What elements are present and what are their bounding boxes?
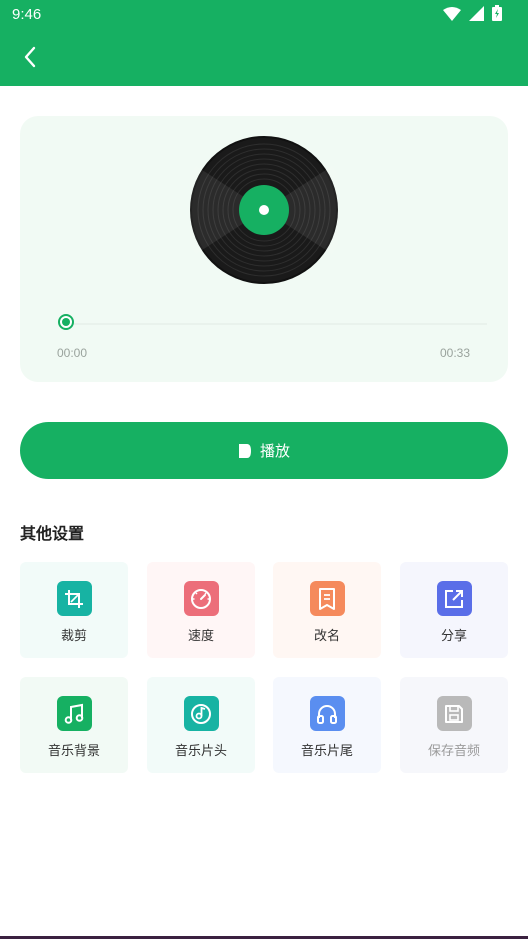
tile-music-outro[interactable]: 音乐片尾 bbox=[273, 677, 381, 773]
speedometer-icon bbox=[183, 581, 219, 616]
status-time: 9:46 bbox=[12, 6, 42, 23]
tile-share[interactable]: 分享 bbox=[400, 562, 508, 658]
chevron-left-icon bbox=[23, 46, 37, 72]
battery-icon bbox=[492, 5, 502, 25]
tile-label: 裁剪 bbox=[60, 629, 87, 644]
app-bar bbox=[0, 32, 528, 86]
back-button[interactable] bbox=[14, 44, 46, 74]
section-title: 其他设置 bbox=[20, 524, 85, 543]
share-icon bbox=[436, 581, 472, 616]
progress-track[interactable] bbox=[67, 323, 487, 325]
play-icon bbox=[238, 443, 252, 459]
tile-label: 音乐背景 bbox=[47, 744, 100, 759]
current-time: 00:00 bbox=[57, 346, 88, 360]
tile-label: 速度 bbox=[187, 629, 214, 644]
progress-thumb[interactable] bbox=[58, 314, 74, 330]
tile-save-audio[interactable]: 保存音频 bbox=[400, 677, 508, 773]
tile-label: 改名 bbox=[313, 629, 340, 644]
cellular-signal-icon bbox=[469, 5, 484, 25]
vinyl-record-icon bbox=[181, 136, 347, 284]
tile-speed[interactable]: 速度 bbox=[147, 562, 255, 658]
status-bar: 9:46 bbox=[0, 0, 528, 32]
tile-music-intro[interactable]: 音乐片头 bbox=[147, 677, 255, 773]
headphones-icon bbox=[309, 696, 345, 731]
total-time: 00:33 bbox=[439, 346, 470, 360]
status-icons bbox=[443, 5, 502, 25]
tile-rename[interactable]: 改名 bbox=[273, 562, 381, 658]
crop-icon bbox=[56, 581, 92, 616]
tile-label: 音乐片头 bbox=[174, 744, 227, 759]
tile-label: 分享 bbox=[440, 629, 467, 644]
save-icon bbox=[436, 696, 472, 731]
music-disc-icon bbox=[183, 696, 219, 731]
play-button-label: 播放 bbox=[259, 442, 290, 460]
tile-crop[interactable]: 裁剪 bbox=[20, 562, 128, 658]
tile-music-background[interactable]: 音乐背景 bbox=[20, 677, 128, 773]
player-card: 00:00 00:33 bbox=[20, 116, 508, 382]
music-note-icon bbox=[56, 696, 92, 731]
tile-label: 保存音频 bbox=[427, 744, 480, 759]
rename-icon bbox=[309, 581, 345, 616]
play-button[interactable]: 播放 bbox=[20, 422, 508, 479]
wifi-icon bbox=[443, 6, 461, 25]
tile-label: 音乐片尾 bbox=[300, 744, 353, 759]
